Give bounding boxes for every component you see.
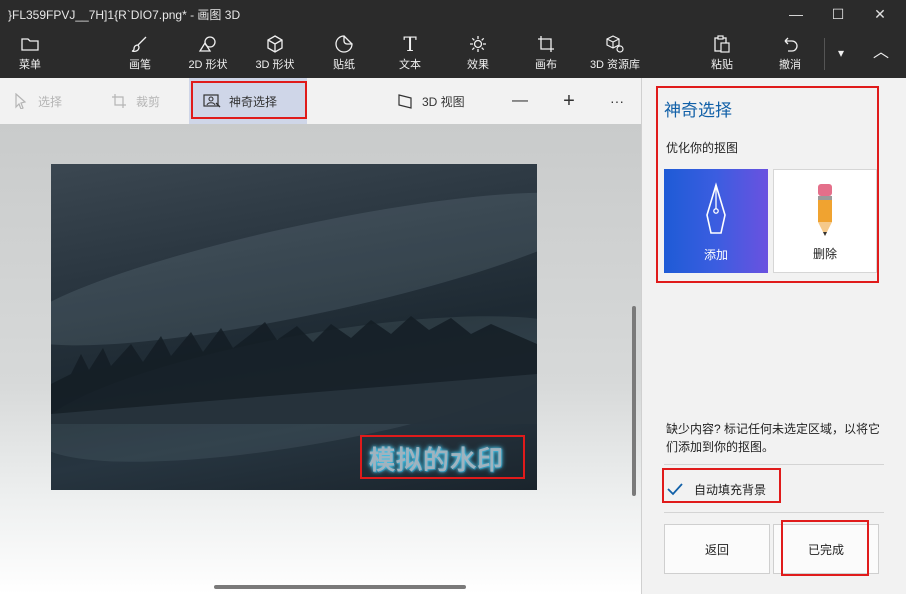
vertical-scrollbar[interactable] (632, 306, 636, 496)
panel-divider (664, 512, 884, 513)
2d-shapes-button[interactable]: 2D 形状 (183, 28, 233, 78)
effects-label: 效果 (467, 59, 489, 71)
more-view-options-button[interactable]: ··· (600, 78, 634, 124)
panel-subtitle: 优化你的抠图 (666, 141, 739, 155)
menu-button[interactable]: 菜单 (8, 28, 52, 78)
3d-library-button[interactable]: 3D 资源库 (585, 28, 645, 78)
autofill-highlight (662, 468, 781, 503)
zoom-out-button[interactable]: — (503, 78, 537, 124)
pen-nib-icon (664, 181, 768, 241)
panel-divider (664, 464, 884, 465)
canvas-crop-icon (535, 34, 557, 54)
undo-icon (779, 34, 801, 54)
canvas-area[interactable]: 模拟的水印 (0, 124, 641, 594)
panel-title: 神奇选择 (664, 101, 732, 120)
close-button[interactable]: ✕ (858, 0, 902, 28)
delete-tool-button[interactable]: 删除 (773, 169, 877, 273)
add-tool-button[interactable]: 添加 (664, 169, 768, 273)
2d-shapes-icon (197, 34, 219, 54)
add-label: 添加 (703, 248, 728, 262)
canvas-button[interactable]: 画布 (524, 28, 568, 78)
select-label: 选择 (38, 94, 63, 109)
more-options-button[interactable]: ▾ (830, 28, 852, 78)
3d-shapes-label: 3D 形状 (255, 59, 295, 71)
undo-button[interactable]: 撤消 (768, 28, 812, 78)
done-highlight (781, 520, 869, 576)
zoom-in-button[interactable]: + (552, 78, 586, 124)
maximize-button[interactable]: ☐ (816, 0, 860, 28)
paste-label: 粘贴 (711, 59, 733, 71)
forest-silhouette (51, 316, 537, 424)
3d-view-label: 3D 视图 (422, 94, 465, 109)
title-bar: }FL359FPVJ__7H]1{R`DIO7.png* - 画图 3D — ☐… (0, 0, 906, 28)
3d-library-icon (604, 34, 626, 54)
2d-shapes-label: 2D 形状 (188, 59, 228, 71)
crop-label: 裁剪 (136, 94, 161, 109)
effects-button[interactable]: 效果 (456, 28, 500, 78)
paste-button[interactable]: 粘贴 (700, 28, 744, 78)
paste-icon (711, 34, 733, 54)
undo-label: 撤消 (779, 59, 801, 71)
text-button[interactable]: T 文本 (388, 28, 432, 78)
cursor-select-icon (12, 92, 30, 110)
ribbon-divider (824, 38, 825, 70)
3d-shapes-button[interactable]: 3D 形状 (250, 28, 300, 78)
brush-tool-button[interactable]: 画笔 (118, 28, 162, 78)
sticker-button[interactable]: 贴纸 (322, 28, 366, 78)
delete-label: 删除 (812, 247, 837, 261)
folder-icon (19, 34, 41, 54)
minimize-button[interactable]: — (774, 0, 818, 28)
window-title: }FL359FPVJ__7H]1{R`DIO7.png* - 画图 3D (8, 7, 241, 22)
crop-button[interactable]: 裁剪 (110, 78, 160, 124)
canvas-label: 画布 (535, 59, 557, 71)
collapse-ribbon-button[interactable]: ︿ (866, 28, 896, 78)
text-label: 文本 (399, 59, 421, 71)
chevron-down-icon: ▾ (837, 46, 845, 60)
watermark-highlight (360, 435, 525, 479)
select-button[interactable]: 选择 (12, 78, 62, 124)
sun-effects-icon (467, 34, 489, 54)
ribbon: 菜单 画笔 2D 形状 3D 形状 贴纸 T 文本 效果 画布 3D 资源库 粘… (0, 28, 906, 78)
brush-icon (129, 34, 151, 54)
brush-label: 画笔 (129, 59, 151, 71)
3d-cube-icon (264, 34, 286, 54)
magic-select-highlight (191, 81, 307, 119)
chevron-up-icon: ︿ (872, 44, 889, 61)
magic-select-toolbar: 选择 裁剪 神奇选择 3D 视图 — + ··· (0, 78, 641, 124)
panel-hint-text: 缺少内容? 标记任何未选定区域，以将它们添加到你的抠图。 (666, 422, 881, 454)
crop-icon (110, 92, 128, 110)
menu-label: 菜单 (19, 59, 41, 71)
3d-library-label: 3D 资源库 (589, 59, 641, 71)
back-button[interactable]: 返回 (664, 524, 770, 574)
sticker-icon (333, 34, 355, 54)
horizontal-scrollbar[interactable] (214, 585, 466, 589)
3d-view-button[interactable]: 3D 视图 (396, 78, 465, 124)
text-icon: T (403, 32, 417, 56)
eraser-icon (774, 182, 876, 242)
sticker-label: 贴纸 (333, 59, 355, 71)
magic-select-panel: 神奇选择 优化你的抠图 添加 删除 缺少内容? 标记任何未选定区域，以将它们添加… (641, 78, 906, 594)
3d-view-icon (396, 92, 414, 110)
